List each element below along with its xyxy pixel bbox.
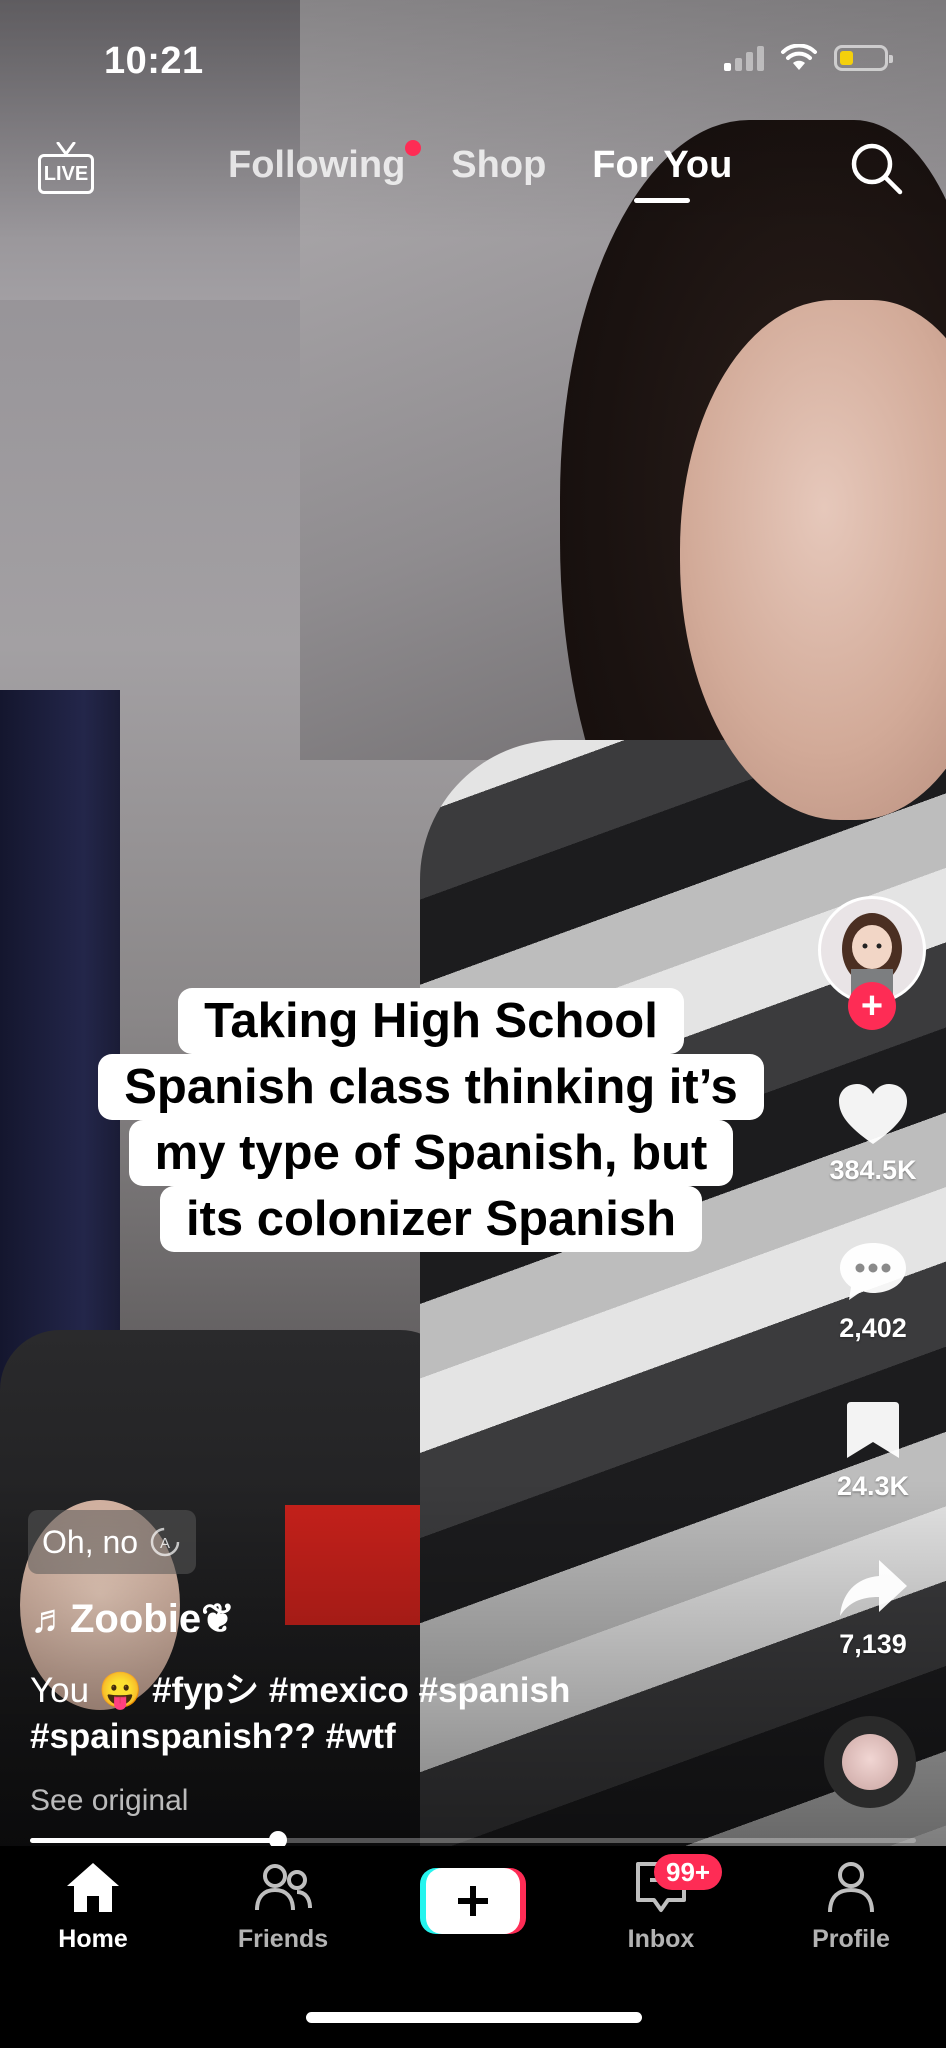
share-button[interactable]: 7,139 [810,1556,936,1660]
video-progress-bar[interactable] [30,1831,916,1849]
tab-inbox-label: Inbox [627,1925,695,1953]
heart-icon [839,1084,907,1144]
overlay-line: Taking High School [178,988,684,1054]
tab-shop[interactable]: Shop [451,144,546,187]
comment-bubble-icon [840,1243,906,1300]
video-description: You 😛 #fypシ #mexico #spanish #spainspani… [30,1668,730,1760]
tab-shop-label: Shop [451,144,547,186]
overlay-line: my type of Spanish, but [128,1120,734,1186]
plus-icon [458,1886,488,1916]
like-count: 384.5K [829,1155,917,1185]
top-scrim [0,0,946,240]
save-count: 24.3K [836,1471,910,1501]
search-suggestion-text: Oh, no [42,1523,139,1560]
tab-profile-label: Profile [812,1925,890,1953]
overlay-line: its colonizer Spanish [159,1186,703,1252]
cellular-signal-icon [724,45,764,71]
tab-home[interactable]: Home [18,1860,168,1954]
translate-icon: A [150,1527,180,1557]
home-indicator [306,2012,642,2023]
follow-plus-button[interactable]: + [848,982,896,1030]
hashtag-link[interactable]: #mexico [269,1671,409,1710]
tab-for-you-label: For You [592,144,733,186]
home-icon [67,1863,119,1912]
active-tab-indicator [634,198,691,203]
share-arrow-icon [840,1560,907,1616]
friends-icon [255,1864,312,1911]
bookmark-icon [847,1402,899,1458]
description-prefix: You 😛 [30,1671,153,1710]
hashtag-link[interactable]: #spanish [419,1671,571,1710]
wifi-icon [781,44,817,70]
live-button[interactable]: LIVE [38,142,98,198]
tab-friends[interactable]: Friends [208,1860,358,1954]
hashtag-link[interactable]: #wtf [326,1717,396,1756]
svg-text:A: A [160,1535,170,1552]
like-button[interactable]: 384.5K [810,1082,936,1186]
status-time: 10:21 [104,40,204,82]
live-label: LIVE [38,154,94,194]
overlay-line: Spanish class thinking it’s [98,1054,764,1120]
tiktok-screen: 10:21 LIVE Following Shop For You Taking… [0,0,946,2048]
music-disc-cover [842,1734,898,1790]
notification-dot [405,140,422,156]
tab-for-you[interactable]: For You [592,144,733,203]
status-icons [724,44,893,72]
creator-username-text: ♬Zoobie❦ [30,1597,235,1641]
tab-home-label: Home [58,1925,128,1953]
inbox-badge: 99+ [654,1854,723,1890]
battery-fill [840,51,853,65]
battery-icon [834,45,893,71]
comment-count: 2,402 [839,1313,907,1343]
see-original-link[interactable]: See original [30,1784,188,1818]
feed-tabs: Following Shop For You [228,140,733,203]
profile-icon [828,1862,874,1913]
video-text-overlay: Taking High School Spanish class thinkin… [86,988,776,1252]
hashtag-link[interactable]: #fypシ [152,1671,259,1710]
progress-fill [30,1838,279,1843]
search-suggestion-chip[interactable]: Oh, no A [28,1510,197,1574]
save-button[interactable]: 24.3K [810,1398,936,1502]
share-count: 7,139 [839,1629,907,1659]
search-icon[interactable] [848,140,904,196]
creator-username[interactable]: ♬Zoobie❦ [30,1596,235,1642]
create-button-face [426,1868,520,1934]
music-disc-button[interactable] [824,1716,916,1808]
hashtag-link[interactable]: #spainspanish?? [30,1717,316,1756]
tab-following[interactable]: Following [228,140,422,187]
tab-friends-label: Friends [237,1925,329,1953]
bottom-tab-bar: Home Friends Inbox 99+ Profile [0,1846,946,2048]
create-button[interactable] [420,1868,526,1934]
tab-profile[interactable]: Profile [776,1860,926,1954]
tab-following-label: Following [228,144,406,186]
comment-button[interactable]: 2,402 [810,1240,936,1344]
